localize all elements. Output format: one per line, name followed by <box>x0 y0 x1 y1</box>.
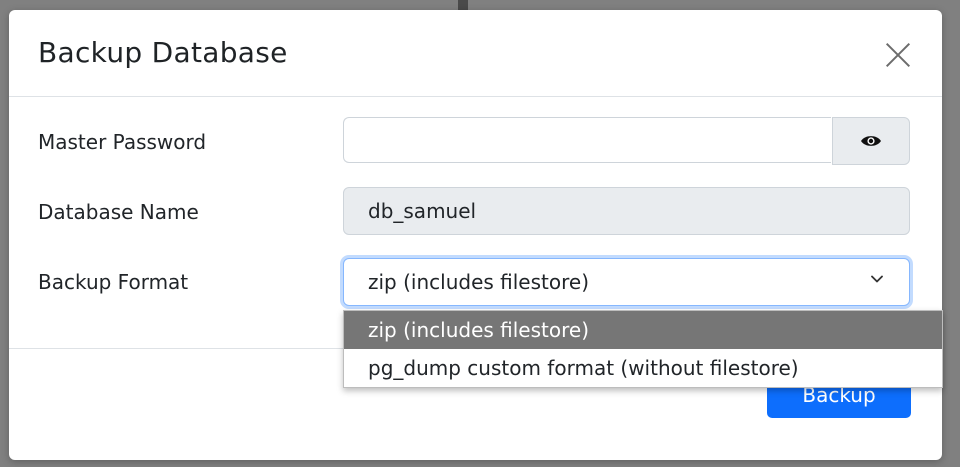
backup-database-dialog: Backup Database Master Password Database… <box>9 10 942 460</box>
master-password-group <box>343 117 910 165</box>
backup-format-label: Backup Format <box>38 270 189 294</box>
backup-format-select[interactable]: zip (includes filestore) <box>343 258 910 306</box>
database-name-field: db_samuel <box>343 187 910 235</box>
backup-format-options: zip (includes filestore) pg_dump custom … <box>343 310 943 388</box>
dialog-title: Backup Database <box>38 36 288 69</box>
backup-format-selected-value: zip (includes filestore) <box>368 270 589 294</box>
chevron-down-icon <box>871 275 883 283</box>
master-password-label: Master Password <box>38 130 207 154</box>
dropdown-option-zip[interactable]: zip (includes filestore) <box>344 311 942 349</box>
database-name-label: Database Name <box>38 200 199 224</box>
backdrop-divider <box>458 0 468 10</box>
dropdown-option-pg-dump[interactable]: pg_dump custom format (without filestore… <box>344 349 942 387</box>
dialog-header: Backup Database <box>9 10 942 97</box>
eye-icon <box>861 136 881 146</box>
toggle-password-button[interactable] <box>832 117 910 165</box>
master-password-input[interactable] <box>343 117 831 163</box>
close-icon[interactable] <box>881 38 915 72</box>
